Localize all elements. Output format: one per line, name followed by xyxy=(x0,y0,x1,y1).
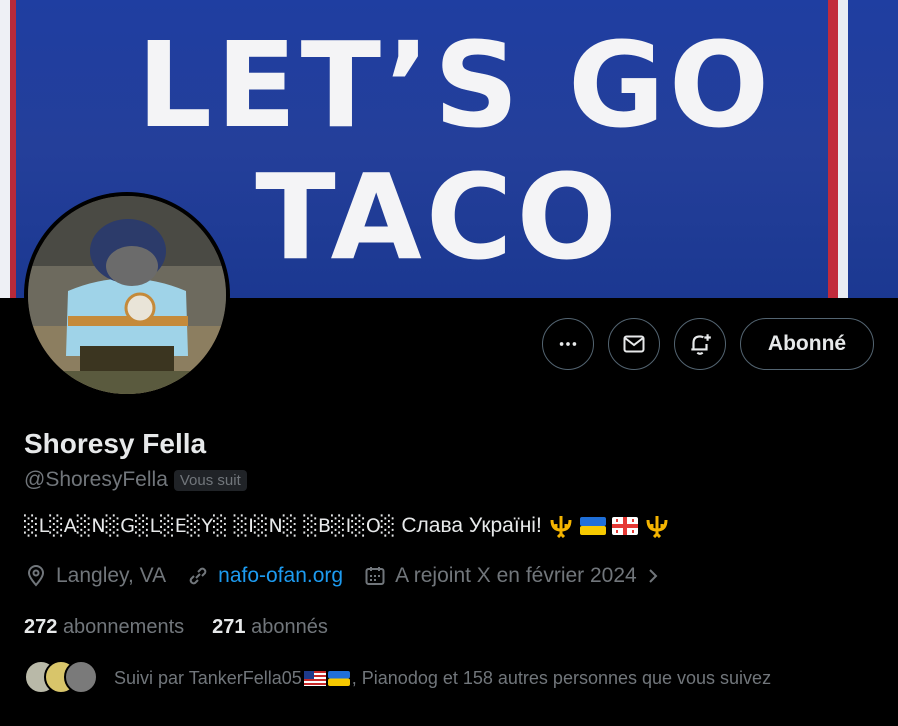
us-flag-icon xyxy=(303,670,326,686)
link-icon xyxy=(189,567,207,585)
bio-emojis xyxy=(548,514,670,538)
following-count: 272 xyxy=(24,616,58,638)
chevron-right-icon xyxy=(649,569,658,583)
bio-boxed-text: ░L░A░N░G░L░E░Y░ ░I░N░ ░B░I░O░ xyxy=(24,515,396,537)
location-text: Langley, VA xyxy=(56,564,167,587)
joined-text: A rejoint X en février 2024 xyxy=(395,564,637,587)
follows-you-badge: Vous suit xyxy=(173,469,247,491)
followers-count: 271 xyxy=(212,616,246,638)
followed-by-text: Suivi par TankerFella05 , Pianodog et 15… xyxy=(114,668,771,689)
message-button[interactable] xyxy=(608,318,660,370)
display-name: Shoresy Fella xyxy=(24,428,207,459)
more-icon xyxy=(559,342,577,346)
joined-date[interactable]: A rejoint X en février 2024 xyxy=(363,564,663,588)
trident-icon xyxy=(550,516,572,538)
envelope-icon xyxy=(623,335,645,353)
followers-you-know-avatars xyxy=(24,660,100,696)
profile-avatar[interactable] xyxy=(24,192,230,398)
more-button[interactable] xyxy=(542,318,594,370)
followers-label: abonnés xyxy=(251,616,328,638)
followed-by-prefix: Suivi par TankerFella05 xyxy=(114,667,302,688)
trident-icon xyxy=(646,516,668,538)
handle: @ShoresyFella xyxy=(24,468,168,491)
website-link[interactable]: nafo-ofan.org xyxy=(218,564,343,588)
followed-by-rest: , Pianodog et 158 autres personnes que v… xyxy=(351,667,772,688)
website[interactable]: nafo-ofan.org xyxy=(186,564,343,588)
banner-text-line1: LET’S GO xyxy=(136,16,774,154)
notify-button[interactable] xyxy=(674,318,726,370)
following-link[interactable]: 272 abonnements xyxy=(24,616,184,639)
location: Langley, VA xyxy=(24,564,166,588)
location-pin-icon xyxy=(27,565,45,587)
ukraine-flag-icon xyxy=(327,670,350,686)
calendar-icon xyxy=(365,567,385,585)
georgia-flag-icon xyxy=(611,517,638,535)
followers-link[interactable]: 271 abonnés xyxy=(212,616,328,639)
following-button[interactable]: Abonné xyxy=(740,318,874,370)
avatar-image xyxy=(28,196,226,394)
handle-row: @ShoresyFella Vous suit xyxy=(24,468,247,492)
followed-by[interactable]: Suivi par TankerFella05 , Pianodog et 15… xyxy=(24,660,771,696)
follow-counts: 272 abonnements 271 abonnés xyxy=(24,616,328,639)
profile-meta: Langley, VA nafo-ofan.org A rejoint X en… xyxy=(24,564,683,588)
ukraine-flag-icon xyxy=(579,517,606,535)
following-label: abonnements xyxy=(62,616,185,638)
avatar xyxy=(64,660,98,694)
bio-text: Слава Україні! xyxy=(401,514,542,537)
bell-plus-icon xyxy=(691,334,711,355)
bio: ░L░A░N░G░L░E░Y░ ░I░N░ ░B░I░O░ Слава Укра… xyxy=(24,514,670,538)
